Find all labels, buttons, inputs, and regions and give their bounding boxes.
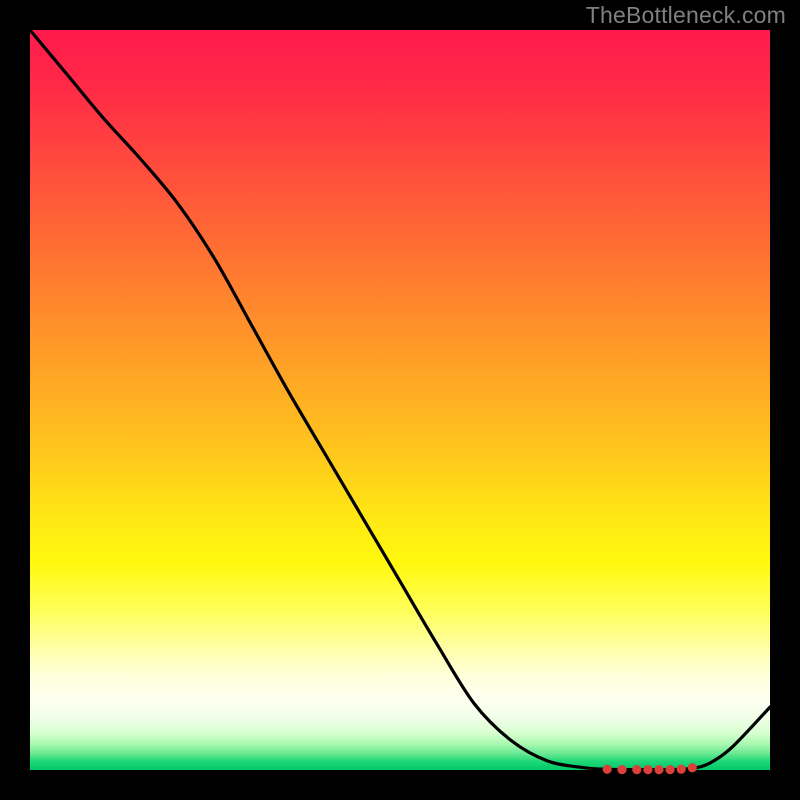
curve-svg <box>30 30 770 770</box>
bottleneck-curve <box>30 30 770 770</box>
marker-point <box>643 765 652 774</box>
chart-frame: TheBottleneck.com <box>0 0 800 800</box>
marker-point <box>617 765 626 774</box>
marker-point <box>688 763 697 772</box>
marker-point <box>654 765 663 774</box>
marker-point <box>677 765 686 774</box>
marker-point <box>666 765 675 774</box>
marker-point <box>603 765 612 774</box>
marker-point <box>632 765 641 774</box>
plot-area <box>30 30 770 770</box>
watermark-text: TheBottleneck.com <box>586 2 786 29</box>
